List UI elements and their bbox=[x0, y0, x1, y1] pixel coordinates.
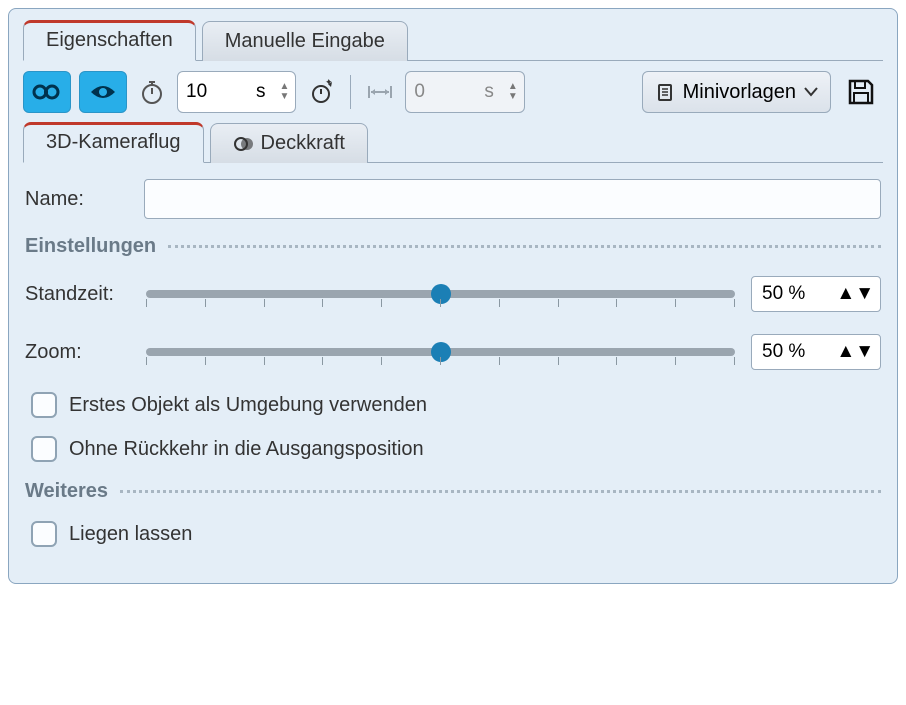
tab-label: Deckkraft bbox=[261, 132, 345, 155]
svg-text:✦: ✦ bbox=[325, 79, 333, 87]
duration-input[interactable]: s ▲▼ bbox=[177, 71, 296, 113]
eye-icon bbox=[88, 82, 118, 102]
save-button[interactable] bbox=[839, 71, 883, 113]
checkbox-leave[interactable] bbox=[31, 521, 57, 547]
zoom-slider[interactable] bbox=[146, 337, 735, 367]
reset-duration-button[interactable]: ✦ bbox=[304, 75, 338, 109]
checkbox-no-return-row: Ohne Rückkehr in die Ausgangsposition bbox=[31, 436, 881, 462]
name-label: Name: bbox=[25, 188, 130, 211]
template-icon bbox=[655, 82, 675, 102]
form-body: Name: Einstellungen Standzeit: 50 % ▲▼ Z… bbox=[23, 179, 883, 547]
duration-unit: s bbox=[256, 81, 274, 103]
sub-tabs: 3D-Kameraflug Deckkraft bbox=[23, 121, 883, 163]
checkbox-first-object[interactable] bbox=[31, 392, 57, 418]
toolbar: s ▲▼ ✦ s ▲▼ bbox=[23, 71, 883, 113]
checkbox-leave-label: Liegen lassen bbox=[69, 523, 192, 546]
standzeit-row: Standzeit: 50 % ▲▼ bbox=[25, 276, 881, 312]
tab-label: 3D-Kameraflug bbox=[46, 131, 181, 154]
properties-panel: Eigenschaften Manuelle Eingabe bbox=[8, 8, 898, 584]
main-tabs: Eigenschaften Manuelle Eingabe bbox=[23, 19, 883, 61]
name-input[interactable] bbox=[144, 179, 881, 219]
tab-manuelle-eingabe[interactable]: Manuelle Eingabe bbox=[202, 21, 408, 61]
name-row: Name: bbox=[25, 179, 881, 219]
offset-value bbox=[406, 81, 484, 103]
width-offset-icon bbox=[363, 75, 397, 109]
checkbox-leave-row: Liegen lassen bbox=[31, 521, 881, 547]
templates-dropdown[interactable]: Minivorlagen bbox=[642, 71, 831, 113]
templates-label: Minivorlagen bbox=[683, 81, 796, 104]
tab-label: Eigenschaften bbox=[46, 29, 173, 52]
toggle-visibility-link-button[interactable] bbox=[23, 71, 71, 113]
standzeit-label: Standzeit: bbox=[25, 283, 130, 306]
zoom-value-box[interactable]: 50 % ▲▼ bbox=[751, 334, 881, 370]
standzeit-value: 50 % bbox=[762, 283, 805, 305]
chevron-down-icon bbox=[804, 87, 818, 97]
eye-link-icon bbox=[32, 82, 62, 102]
duration-value[interactable] bbox=[178, 81, 256, 103]
zoom-row: Zoom: 50 % ▲▼ bbox=[25, 334, 881, 370]
floppy-disk-icon bbox=[846, 77, 876, 107]
standzeit-stepper[interactable]: ▲▼ bbox=[836, 283, 874, 305]
section-weiteres: Weiteres bbox=[25, 480, 881, 503]
offset-unit: s bbox=[484, 81, 502, 103]
checkbox-first-object-row: Erstes Objekt als Umgebung verwenden bbox=[31, 392, 881, 418]
opacity-icon bbox=[233, 135, 255, 153]
offset-input: s ▲▼ bbox=[405, 71, 524, 113]
duration-stepper[interactable]: ▲▼ bbox=[274, 83, 296, 101]
zoom-value: 50 % bbox=[762, 341, 805, 363]
tab-3d-kameraflug[interactable]: 3D-Kameraflug bbox=[23, 122, 204, 163]
preview-button[interactable] bbox=[79, 71, 127, 113]
checkbox-no-return[interactable] bbox=[31, 436, 57, 462]
stopwatch-icon bbox=[135, 75, 169, 109]
separator bbox=[350, 75, 351, 109]
zoom-label: Zoom: bbox=[25, 341, 130, 364]
section-einstellungen: Einstellungen bbox=[25, 235, 881, 258]
zoom-stepper[interactable]: ▲▼ bbox=[836, 341, 874, 363]
tab-label: Manuelle Eingabe bbox=[225, 30, 385, 53]
tab-eigenschaften[interactable]: Eigenschaften bbox=[23, 20, 196, 61]
checkbox-no-return-label: Ohne Rückkehr in die Ausgangsposition bbox=[69, 438, 424, 461]
standzeit-value-box[interactable]: 50 % ▲▼ bbox=[751, 276, 881, 312]
offset-stepper: ▲▼ bbox=[502, 83, 524, 101]
standzeit-slider[interactable] bbox=[146, 279, 735, 309]
tab-deckkraft[interactable]: Deckkraft bbox=[210, 123, 368, 163]
checkbox-first-object-label: Erstes Objekt als Umgebung verwenden bbox=[69, 394, 427, 417]
